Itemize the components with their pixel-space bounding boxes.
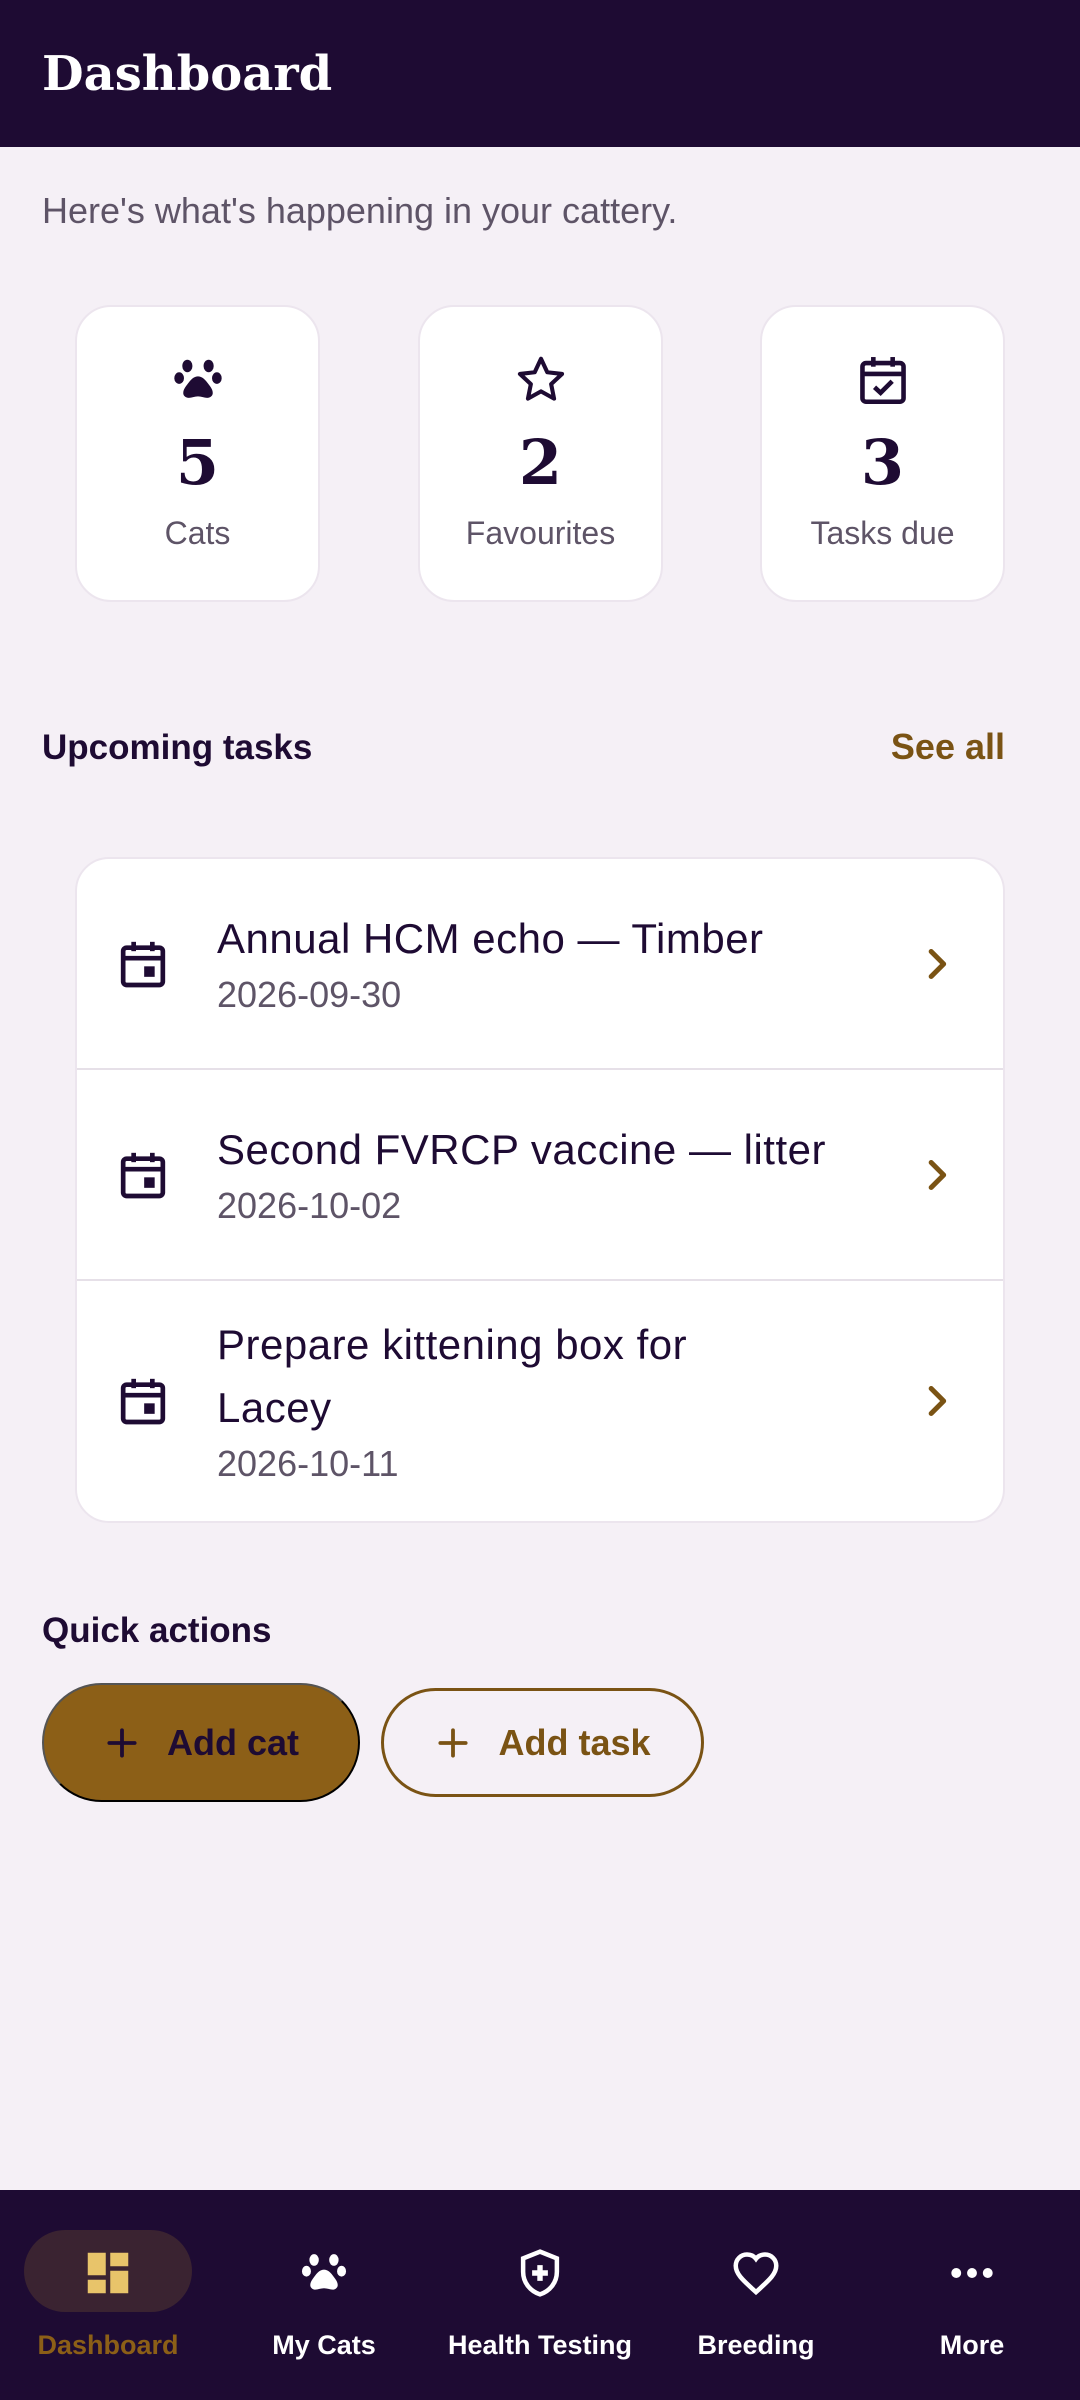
task-date: 2026-10-11 xyxy=(217,1443,399,1484)
nav-label: Dashboard xyxy=(37,2330,179,2360)
calendar-icon xyxy=(120,941,166,987)
task-row[interactable]: Second FVRCP vaccine — litter 2026-10-02 xyxy=(77,1070,1003,1281)
stat-card-tasks-due[interactable]: 3 Tasks due xyxy=(760,305,1005,602)
add-task-label: Add task xyxy=(498,1721,651,1763)
app-screen: Dashboard Here's what's happening in you… xyxy=(0,0,1080,2400)
task-text: Annual HCM echo — Timber 2026-09-30 xyxy=(217,907,857,1020)
chevron-right-icon xyxy=(928,948,947,979)
nav-label: My Cats xyxy=(272,2330,376,2360)
add-task-button[interactable]: Add task xyxy=(381,1688,704,1797)
calendar-check-icon xyxy=(859,357,906,405)
stat-card-cats[interactable]: 5 Cats xyxy=(75,305,320,602)
plus-icon xyxy=(438,1727,469,1758)
nav-label: Breeding xyxy=(697,2330,815,2360)
calendar-icon xyxy=(120,1152,166,1198)
star-icon xyxy=(517,356,564,401)
task-text: Second FVRCP vaccine — litter 2026-10-02 xyxy=(217,1118,857,1231)
add-cat-label: Add cat xyxy=(166,1721,299,1763)
task-title: Annual HCM echo — Timber xyxy=(217,915,764,962)
paw-icon xyxy=(301,2254,347,2290)
task-list: Annual HCM echo — Timber 2026-09-30 Seco… xyxy=(75,857,1005,1523)
see-all-link[interactable]: See all xyxy=(891,726,1005,768)
task-row[interactable]: Annual HCM echo — Timber 2026-09-30 xyxy=(77,859,1003,1070)
more-icon xyxy=(951,2268,993,2278)
nav-item-more[interactable]: More xyxy=(864,2190,1080,2400)
task-date: 2026-10-02 xyxy=(217,1185,402,1226)
chevron-right-icon xyxy=(928,1386,947,1416)
calendar-icon xyxy=(120,1378,166,1425)
add-cat-button[interactable]: Add cat xyxy=(42,1683,360,1802)
nav-item-my-cats[interactable]: My Cats xyxy=(216,2190,432,2400)
nav-label: More xyxy=(939,2330,1005,2360)
stat-value: 2 xyxy=(518,426,563,499)
bottom-navigation: Dashboard My Cats Health Testing Breedin… xyxy=(0,2190,1080,2400)
paw-icon xyxy=(173,359,222,398)
heart-icon xyxy=(733,2252,779,2296)
nav-label: Health Testing xyxy=(447,2330,633,2360)
plus-icon xyxy=(107,1727,137,1758)
stat-card-favourites[interactable]: 2 Favourites xyxy=(418,305,663,602)
top-app-bar: Dashboard xyxy=(0,0,1080,147)
nav-item-dashboard[interactable]: Dashboard xyxy=(0,2190,216,2400)
nav-item-breeding[interactable]: Breeding xyxy=(648,2190,864,2400)
upcoming-tasks-heading: Upcoming tasks xyxy=(42,728,313,767)
task-date: 2026-09-30 xyxy=(217,974,402,1015)
nav-item-health-testing[interactable]: Health Testing xyxy=(432,2190,648,2400)
stat-value: 5 xyxy=(175,426,220,499)
stat-label: Favourites xyxy=(465,515,616,551)
stat-label: Cats xyxy=(164,515,231,551)
task-title: Second FVRCP vaccine — litter xyxy=(217,1126,826,1173)
task-text: Prepare kittening box for Lacey 2026-10-… xyxy=(217,1313,797,1489)
page-title: Dashboard xyxy=(42,45,333,102)
quick-actions-heading: Quick actions xyxy=(42,1611,272,1650)
dashboard-icon xyxy=(87,2252,129,2294)
page-subtitle: Here's what's happening in your cattery. xyxy=(42,190,678,231)
shield-cross-icon xyxy=(520,2249,560,2297)
task-row[interactable]: Prepare kittening box for Lacey 2026-10-… xyxy=(77,1281,1003,1521)
stat-value: 3 xyxy=(860,426,905,499)
task-title: Prepare kittening box for Lacey xyxy=(217,1321,688,1431)
chevron-right-icon xyxy=(928,1159,947,1190)
stat-label: Tasks due xyxy=(810,515,955,551)
